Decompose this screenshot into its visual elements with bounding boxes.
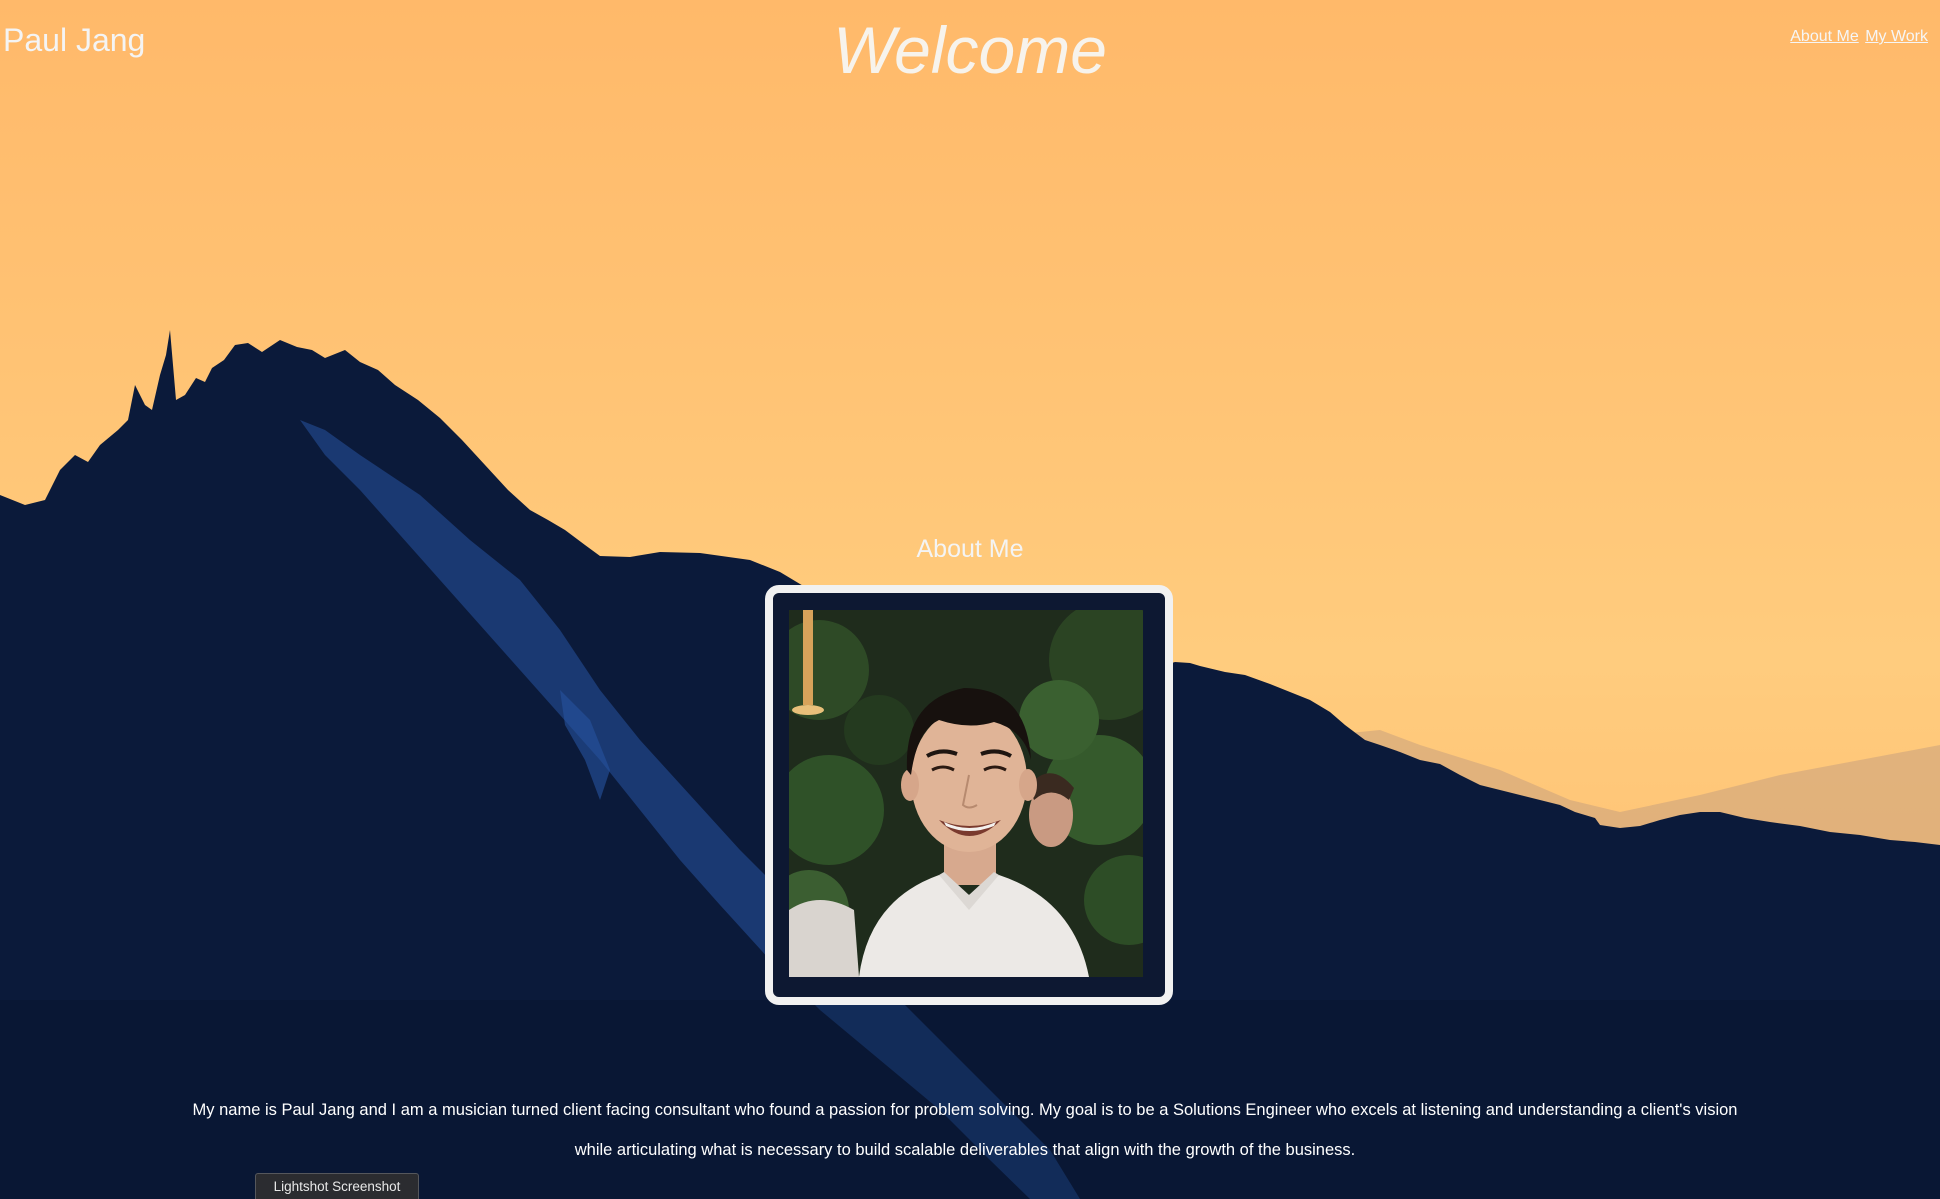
profile-photo-illustration xyxy=(789,610,1143,977)
profile-photo-frame xyxy=(765,585,1173,1005)
nav-link-my-work[interactable]: My Work xyxy=(1865,28,1928,45)
welcome-heading: Welcome xyxy=(833,13,1107,87)
profile-photo xyxy=(789,610,1143,977)
nav-link-about-me[interactable]: About Me xyxy=(1790,28,1858,45)
about-me-heading: About Me xyxy=(916,535,1024,563)
lightshot-screenshot-tab[interactable]: Lightshot Screenshot xyxy=(255,1173,419,1199)
page: Paul Jang Welcome About Me My Work About… xyxy=(0,0,1940,1199)
about-me-bio: My name is Paul Jang and I am a musician… xyxy=(192,1101,1738,1159)
top-nav: About Me My Work xyxy=(1788,28,1928,46)
